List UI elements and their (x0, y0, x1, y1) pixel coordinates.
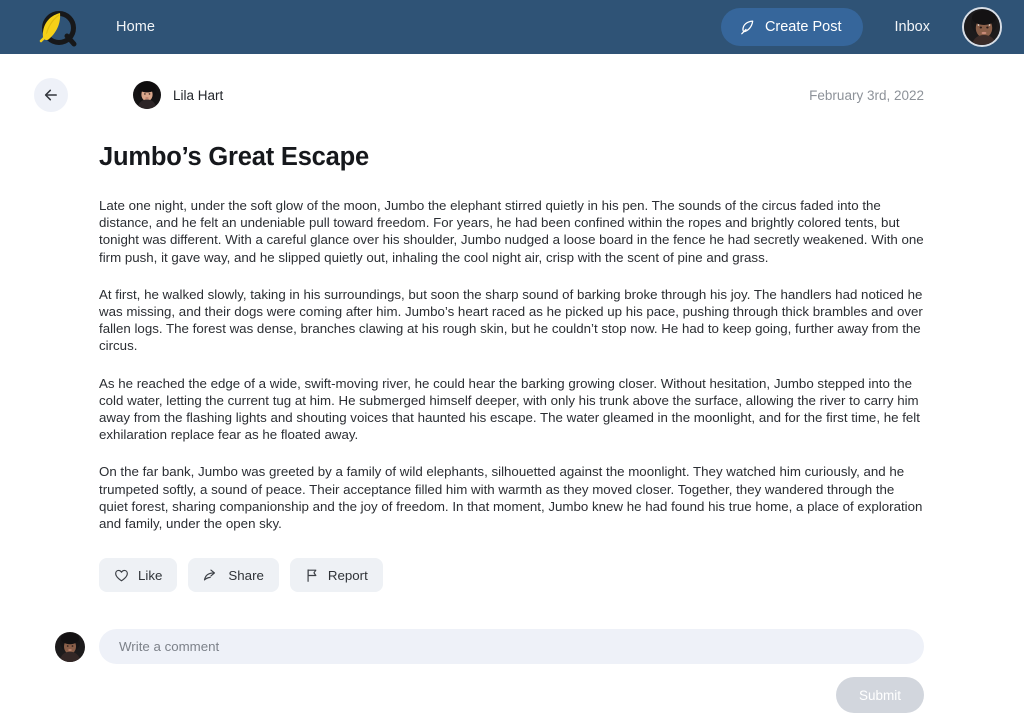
feather-quill-logo-icon[interactable] (34, 4, 80, 50)
back-button[interactable] (34, 78, 68, 112)
feather-icon (739, 19, 756, 36)
post-date: February 3rd, 2022 (809, 87, 924, 103)
heart-icon (114, 568, 129, 583)
comment-composer (0, 629, 1024, 665)
post-paragraph: At first, he walked slowly, taking in hi… (99, 286, 923, 354)
page-title: Jumbo’s Great Escape (99, 143, 370, 171)
create-post-label: Create Post (764, 19, 842, 35)
nav-item-inbox[interactable]: Inbox (895, 19, 930, 35)
user-avatar[interactable] (962, 7, 1002, 47)
report-button[interactable]: Report (289, 558, 383, 593)
submit-row: Submit (0, 677, 1024, 714)
arrow-left-icon (42, 86, 60, 104)
post-header: Lila Hart February 3rd, 2022 (0, 54, 1024, 112)
create-post-button[interactable]: Create Post (720, 8, 863, 46)
current-user-avatar (55, 631, 85, 662)
post-actions: Like Share Report (99, 558, 924, 593)
post-content: Jumbo’s Great Escape Late one night, und… (0, 143, 1024, 593)
like-button[interactable]: Like (99, 558, 178, 593)
report-label: Report (327, 567, 368, 583)
top-navigation-bar: Home Create Post Inbox (0, 0, 1024, 54)
share-arrow-icon (203, 568, 219, 583)
post-paragraph: As he reached the edge of a wide, swift-… (99, 375, 920, 443)
comment-input[interactable] (99, 629, 924, 665)
submit-comment-button[interactable]: Submit (836, 677, 924, 714)
navbar-right-group: Create Post Inbox (720, 7, 1002, 47)
nav-item-home[interactable]: Home (116, 19, 155, 35)
post-body: Late one night, under the soft glow of t… (99, 197, 924, 532)
share-label: Share (228, 567, 264, 583)
post-paragraph: Late one night, under the soft glow of t… (99, 198, 924, 265)
flag-icon (305, 568, 319, 583)
post-author-name: Lila Hart (173, 87, 224, 103)
share-button[interactable]: Share (188, 558, 279, 593)
post-author-avatar[interactable] (133, 81, 161, 109)
post-paragraph: On the far bank, Jumbo was greeted by a … (99, 464, 923, 532)
like-label: Like (138, 567, 163, 583)
post-detail-page: Lila Hart February 3rd, 2022 Jumbo’s Gre… (0, 54, 1024, 728)
